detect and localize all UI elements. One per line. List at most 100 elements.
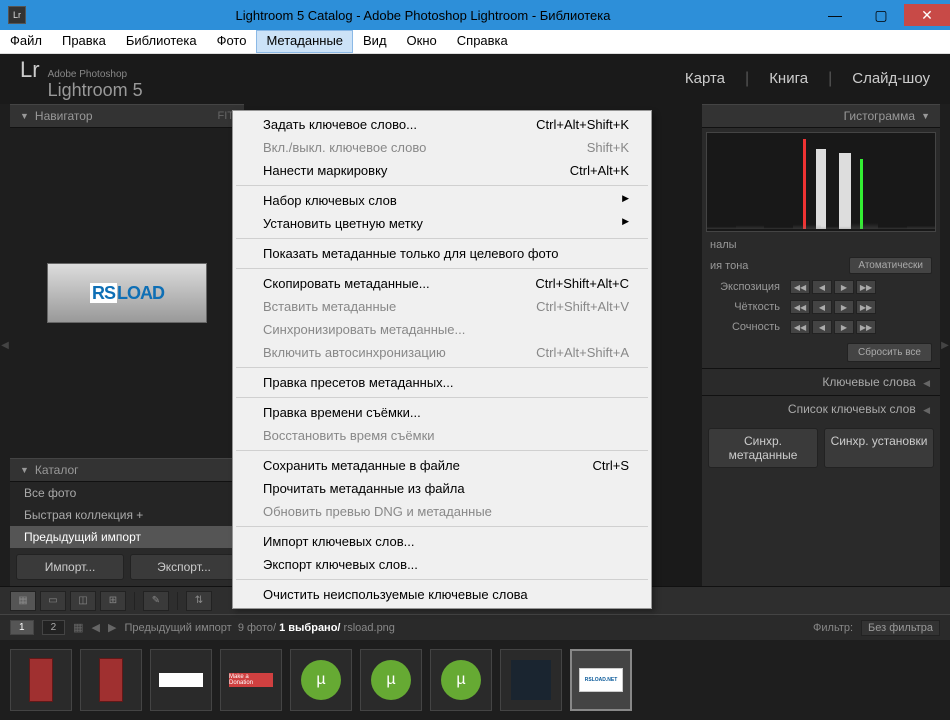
menu-item-label: Сохранить метаданные в файле	[263, 458, 460, 473]
menu-item-19[interactable]: Сохранить метаданные в файлеCtrl+S	[235, 454, 649, 477]
catalog-header[interactable]: ▼ Каталог	[10, 458, 244, 482]
keywords-section[interactable]: Ключевые слова ◀	[702, 368, 940, 395]
filter-label: Фильтр:	[813, 622, 853, 634]
menu-item-label: Правка времени съёмки...	[263, 405, 421, 420]
stepper-button[interactable]: ▶	[834, 320, 854, 334]
keyword-list-section[interactable]: Список ключевых слов ◀	[702, 395, 940, 422]
navigator-header[interactable]: ▼ Навигатор FIT	[10, 104, 244, 128]
menu-item-2[interactable]: Нанести маркировкуCtrl+Alt+K	[235, 159, 649, 182]
filmstrip[interactable]: Make a DonationµµµRSLOAD.NET	[0, 640, 950, 720]
menu-метаданные[interactable]: Метаданные	[256, 30, 353, 53]
filmstrip-path: Предыдущий импорт 9 фото/ 1 выбрано/ rsl…	[124, 622, 394, 634]
navigator-preview[interactable]: RSLOAD	[10, 128, 244, 458]
histogram[interactable]	[706, 132, 936, 232]
stepper-button[interactable]: ▶▶	[856, 280, 876, 294]
menu-item-17: Восстановить время съёмки	[235, 424, 649, 447]
minimize-button[interactable]: —	[812, 4, 858, 26]
stepper-button[interactable]: ◀◀	[790, 300, 810, 314]
stepper-button[interactable]: ◀◀	[790, 320, 810, 334]
stepper-button[interactable]: ▶▶	[856, 300, 876, 314]
painter-tool-button[interactable]: ✎	[143, 591, 169, 611]
thumbnail-3[interactable]: Make a Donation	[220, 649, 282, 711]
stepper-button[interactable]: ◀	[812, 280, 832, 294]
thumbnail-5[interactable]: µ	[360, 649, 422, 711]
menu-вид[interactable]: Вид	[353, 30, 397, 53]
menu-separator	[236, 397, 648, 398]
monitor-1-button[interactable]: 1	[10, 620, 34, 635]
survey-view-button[interactable]: ⊞	[100, 591, 126, 611]
menu-item-9[interactable]: Скопировать метаданные...Ctrl+Shift+Alt+…	[235, 272, 649, 295]
reset-all-button[interactable]: Сбросить все	[847, 343, 932, 362]
nav-back-button[interactable]: ◀	[92, 621, 100, 634]
thumbnail-2[interactable]	[150, 649, 212, 711]
menu-item-7[interactable]: Показать метаданные только для целевого …	[235, 242, 649, 265]
menu-item-label: Набор ключевых слов	[263, 193, 397, 208]
filter-dropdown[interactable]: Без фильтра	[861, 620, 940, 636]
app-body: Lr Adobe Photoshop Lightroom 5 Карта|Кни…	[0, 54, 950, 720]
module-header: Lr Adobe Photoshop Lightroom 5 Карта|Кни…	[0, 54, 950, 104]
thumbnail-8[interactable]: RSLOAD.NET	[570, 649, 632, 711]
stepper-button[interactable]: ▶▶	[856, 320, 876, 334]
adjust-row-0: Экспозиция◀◀◀▶▶▶	[702, 277, 940, 297]
menu-item-label: Вкл./выкл. ключевое слово	[263, 140, 426, 155]
menu-библиотека[interactable]: Библиотека	[116, 30, 207, 53]
catalog-item-1[interactable]: Быстрая коллекция +	[10, 504, 244, 526]
preview-rs: RS	[90, 283, 117, 303]
grid-view-button[interactable]: ▦	[10, 591, 36, 611]
menu-shortcut: Shift+K	[587, 140, 629, 155]
left-edge-grip[interactable]: ◀	[0, 104, 10, 586]
menu-item-0[interactable]: Задать ключевое слово...Ctrl+Alt+Shift+K	[235, 113, 649, 136]
menu-item-24[interactable]: Экспорт ключевых слов...	[235, 553, 649, 576]
thumbnail-1[interactable]	[80, 649, 142, 711]
menu-item-label: Нанести маркировку	[263, 163, 387, 178]
menu-справка[interactable]: Справка	[447, 30, 518, 53]
menu-файл[interactable]: Файл	[0, 30, 52, 53]
nav-forward-button[interactable]: ▶	[108, 621, 116, 634]
catalog-item-2[interactable]: Предыдущий импорт	[10, 526, 244, 548]
export-button[interactable]: Экспорт...	[130, 554, 238, 580]
module-tab-0[interactable]: Карта	[685, 70, 725, 88]
menu-item-5[interactable]: Установить цветную метку▶	[235, 212, 649, 235]
stepper-button[interactable]: ▶	[834, 280, 854, 294]
logo: Lr Adobe Photoshop Lightroom 5	[20, 57, 143, 101]
module-tab-2[interactable]: Слайд-шоу	[852, 70, 930, 88]
thumbnail-7[interactable]	[500, 649, 562, 711]
logo-main-text: Lightroom 5	[48, 80, 143, 101]
menu-item-16[interactable]: Правка времени съёмки...	[235, 401, 649, 424]
menu-окно[interactable]: Окно	[397, 30, 447, 53]
menu-фото[interactable]: Фото	[207, 30, 257, 53]
grid-icon[interactable]: ▦	[73, 621, 83, 634]
thumbnail-4[interactable]: µ	[290, 649, 352, 711]
menu-item-14[interactable]: Правка пресетов метаданных...	[235, 371, 649, 394]
stepper-button[interactable]: ◀◀	[790, 280, 810, 294]
maximize-button[interactable]: ▢	[858, 4, 904, 26]
menu-item-20[interactable]: Прочитать метаданные из файла	[235, 477, 649, 500]
loupe-view-button[interactable]: ▭	[40, 591, 66, 611]
close-button[interactable]: ✕	[904, 4, 950, 26]
sync-metadata-button[interactable]: Синхр. метаданные	[708, 428, 818, 468]
stepper-button[interactable]: ◀	[812, 320, 832, 334]
thumbnail-6[interactable]: µ	[430, 649, 492, 711]
triangle-left-icon: ◀	[923, 405, 930, 415]
compare-view-button[interactable]: ◫	[70, 591, 96, 611]
submenu-arrow-icon: ▶	[622, 193, 629, 208]
current-filename: rsload.png	[344, 622, 395, 634]
menu-правка[interactable]: Правка	[52, 30, 116, 53]
stepper-button[interactable]: ▶	[834, 300, 854, 314]
stepper-button[interactable]: ◀	[812, 300, 832, 314]
import-button[interactable]: Импорт...	[16, 554, 124, 580]
sync-settings-button[interactable]: Синхр. установки	[824, 428, 934, 468]
histogram-header[interactable]: Гистограмма ▼	[702, 104, 940, 128]
monitor-2-button[interactable]: 2	[42, 620, 66, 635]
auto-tone-button[interactable]: Атоматически	[849, 257, 932, 274]
catalog-item-0[interactable]: Все фото	[10, 482, 244, 504]
menu-item-4[interactable]: Набор ключевых слов ▶	[235, 189, 649, 212]
right-panel: Гистограмма ▼ налы ия тона	[702, 104, 940, 586]
thumbnail-0[interactable]	[10, 649, 72, 711]
menu-item-26[interactable]: Очистить неиспользуемые ключевые слова	[235, 583, 649, 606]
menu-separator	[236, 579, 648, 580]
module-tab-1[interactable]: Книга	[769, 70, 808, 88]
sort-button[interactable]: ⇅	[186, 591, 212, 611]
menu-item-23[interactable]: Импорт ключевых слов...	[235, 530, 649, 553]
right-edge-grip[interactable]: ▶	[940, 104, 950, 586]
